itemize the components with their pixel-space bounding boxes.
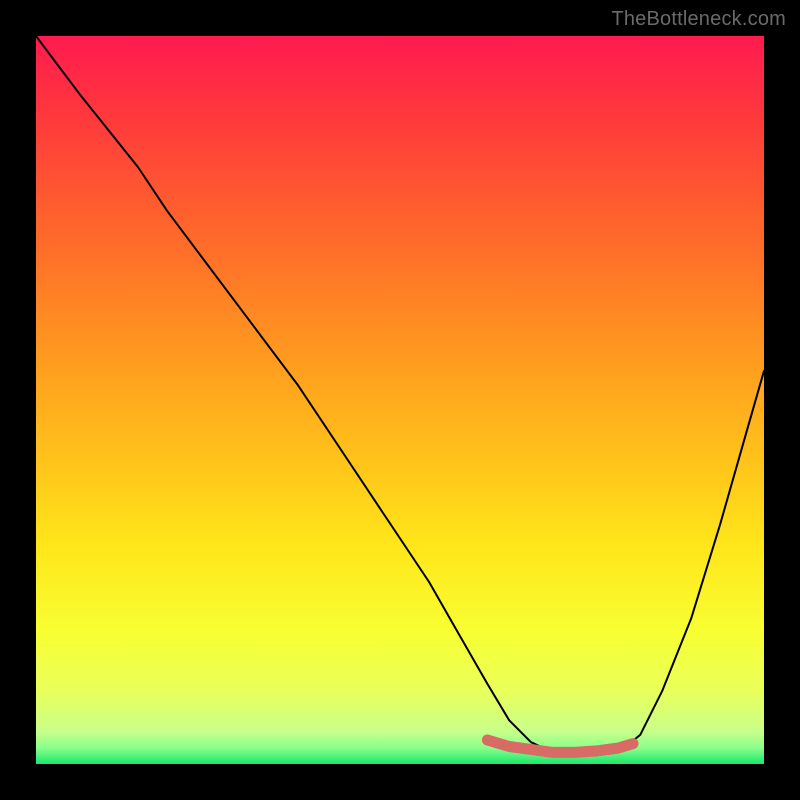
- bottleneck-highlight-segment: [487, 740, 633, 752]
- curve-layer: [36, 36, 764, 764]
- bottleneck-curve: [36, 36, 764, 755]
- chart-container: TheBottleneck.com: [0, 0, 800, 800]
- plot-area: [36, 36, 764, 764]
- watermark-text: TheBottleneck.com: [611, 8, 786, 31]
